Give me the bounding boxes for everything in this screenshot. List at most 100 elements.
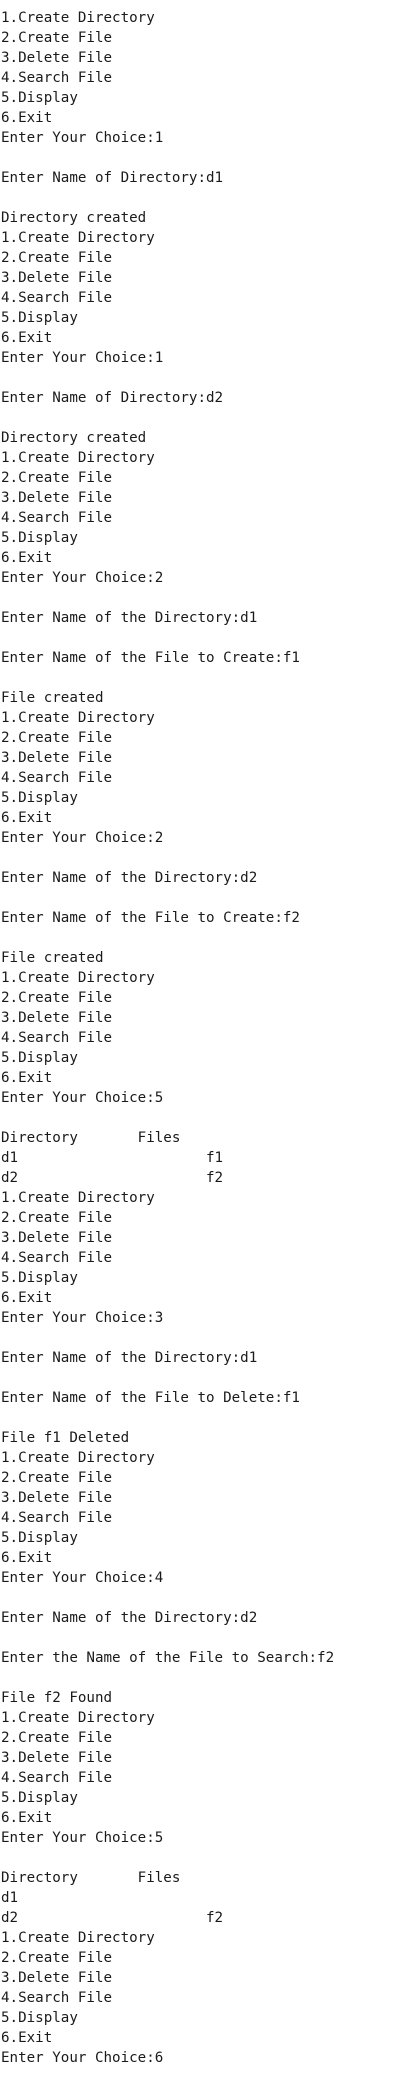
console-line: Enter Name of Directory:d1 [1, 170, 224, 186]
console-line: File f2 Found [1, 1690, 113, 1706]
console-line: 2.Create File [1, 730, 113, 746]
console-line: Enter Name of the File to Create:f1 [1, 650, 300, 666]
console-line: 3.Delete File [1, 1010, 113, 1026]
console-line: Directory Files [1, 1870, 181, 1886]
console-line: Enter Name of the File to Create:f2 [1, 910, 300, 926]
console-line: 5.Display [1, 2010, 78, 2026]
console-line: Enter Your Choice:2 [1, 570, 164, 586]
console-line: Enter Your Choice:6 [1, 2050, 164, 2066]
console-line: Directory created [1, 210, 147, 226]
console-line: 6.Exit [1, 110, 53, 126]
console-line: 3.Delete File [1, 1750, 113, 1766]
console-line: 2.Create File [1, 250, 113, 266]
console-line: 2.Create File [1, 1470, 113, 1486]
console-line: Enter Name of the Directory:d2 [1, 1610, 258, 1626]
console-line: Enter Your Choice:3 [1, 1310, 164, 1326]
console-line: File created [1, 690, 104, 706]
console-line: 3.Delete File [1, 1490, 113, 1506]
console-line: 1.Create Directory [1, 1710, 155, 1726]
console-line: 6.Exit [1, 2030, 53, 2046]
console-line: Enter Your Choice:5 [1, 1830, 164, 1846]
console-line: Enter the Name of the File to Search:f2 [1, 1650, 335, 1666]
console-line: 6.Exit [1, 1070, 53, 1086]
console-line: 6.Exit [1, 550, 53, 566]
console-line: 5.Display [1, 1530, 78, 1546]
console-line: File created [1, 950, 104, 966]
console-line: 2.Create File [1, 470, 113, 486]
console-line: Enter Name of the Directory:d2 [1, 870, 258, 886]
console-line: 1.Create Directory [1, 1450, 155, 1466]
console-output: 1.Create Directory 2.Create File 3.Delete … [0, 0, 412, 2095]
console-line: Directory Files [1, 1130, 181, 1146]
console-line: 2.Create File [1, 1210, 113, 1226]
console-line: Enter Your Choice:4 [1, 1570, 164, 1586]
console-line: 2.Create File [1, 1950, 113, 1966]
console-line: Enter Name of the Directory:d1 [1, 610, 258, 626]
console-line: 4.Search File [1, 290, 113, 306]
console-line: File f1 Deleted [1, 1430, 130, 1446]
console-line: 4.Search File [1, 1990, 113, 2006]
console-line: 3.Delete File [1, 490, 113, 506]
console-line: 3.Delete File [1, 1970, 113, 1986]
console-line: 4.Search File [1, 770, 113, 786]
console-line: 4.Search File [1, 510, 113, 526]
console-line: 3.Delete File [1, 1230, 113, 1246]
console-line: 1.Create Directory [1, 1190, 155, 1206]
console-line: 3.Delete File [1, 270, 113, 286]
console-line: 5.Display [1, 310, 78, 326]
console-line: 1.Create Directory [1, 710, 155, 726]
console-line: 4.Search File [1, 1510, 113, 1526]
console-line: Enter Name of Directory:d2 [1, 390, 224, 406]
console-line: 1.Create Directory [1, 450, 155, 466]
console-line: d2 f2 [1, 1170, 224, 1186]
console-line: 2.Create File [1, 1730, 113, 1746]
console-line: 1.Create Directory [1, 10, 155, 26]
console-line: 6.Exit [1, 1290, 53, 1306]
console-line: d1 f1 [1, 1150, 224, 1166]
console-line: 3.Delete File [1, 50, 113, 66]
console-line: Enter Your Choice:5 [1, 1090, 164, 1106]
console-line: 1.Create Directory [1, 970, 155, 986]
console-line: Enter Your Choice:2 [1, 830, 164, 846]
console-line: 5.Display [1, 1270, 78, 1286]
console-line: Enter Your Choice:1 [1, 130, 164, 146]
console-line: Directory created [1, 430, 147, 446]
console-line: 6.Exit [1, 330, 53, 346]
console-line: 4.Search File [1, 1250, 113, 1266]
console-line: Enter Name of the File to Delete:f1 [1, 1390, 300, 1406]
console-line: 4.Search File [1, 1030, 113, 1046]
console-line: 3.Delete File [1, 750, 113, 766]
console-line: 5.Display [1, 90, 78, 106]
console-line: d1 [1, 1890, 19, 1906]
console-line: 2.Create File [1, 990, 113, 1006]
console-line: 5.Display [1, 1790, 78, 1806]
console-line: Enter Your Choice:1 [1, 350, 164, 366]
console-line: 5.Display [1, 530, 78, 546]
console-line: 2.Create File [1, 30, 113, 46]
console-line: 4.Search File [1, 1770, 113, 1786]
console-line: 6.Exit [1, 1550, 53, 1566]
console-line: 1.Create Directory [1, 1930, 155, 1946]
console-line: 1.Create Directory [1, 230, 155, 246]
console-line: 5.Display [1, 1050, 78, 1066]
console-line: d2 f2 [1, 1910, 224, 1926]
console-line: 6.Exit [1, 1810, 53, 1826]
